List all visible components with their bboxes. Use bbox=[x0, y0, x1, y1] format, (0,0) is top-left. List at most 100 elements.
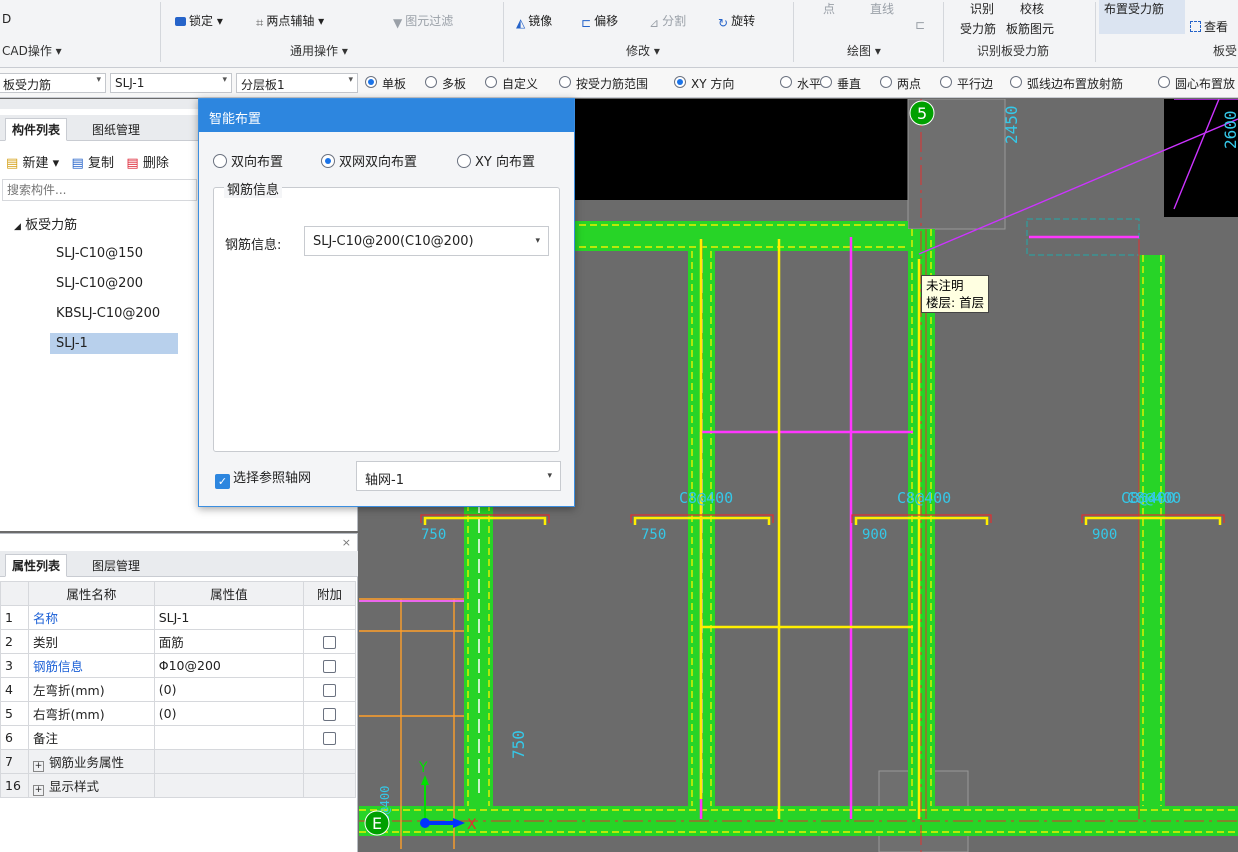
offset-button[interactable]: ⊏ 偏移 bbox=[581, 12, 618, 30]
layer-combo[interactable]: 分层板1 ▾ bbox=[236, 73, 358, 93]
option-radio[interactable] bbox=[1158, 76, 1170, 88]
component-type-combo[interactable]: 板受力筋 ▾ bbox=[0, 73, 106, 93]
col-property-name: 属性名称 bbox=[27, 581, 155, 606]
property-value[interactable]: Φ10@200 bbox=[153, 653, 305, 678]
rebar-label[interactable]: C8@400 bbox=[897, 489, 951, 507]
radio-bidirectional[interactable]: 双向布置 bbox=[213, 151, 283, 170]
expand-icon[interactable]: + bbox=[32, 784, 44, 796]
property-row[interactable]: 6 备注 bbox=[0, 725, 356, 750]
lock-button[interactable]: 锁定 ▾ bbox=[175, 12, 223, 29]
ucs-y-label: Y bbox=[418, 760, 428, 776]
property-value[interactable]: (0) bbox=[153, 701, 305, 726]
extra-cell bbox=[303, 749, 356, 774]
extra-checkbox[interactable] bbox=[323, 660, 337, 673]
option-radio[interactable] bbox=[425, 76, 437, 88]
property-value[interactable]: 面筋 bbox=[153, 629, 305, 654]
option-radio[interactable] bbox=[820, 76, 832, 88]
axis-grid-select[interactable]: 轴网-1 ▾ bbox=[356, 461, 561, 491]
extra-checkbox[interactable] bbox=[323, 684, 337, 697]
option-radio[interactable] bbox=[674, 76, 686, 88]
property-row[interactable]: 5 右弯折(mm) (0) bbox=[0, 701, 356, 726]
line-button[interactable]: 直线 bbox=[870, 0, 894, 17]
option-label[interactable]: 垂直 bbox=[837, 75, 861, 92]
property-name-cell: 钢筋信息 bbox=[27, 653, 155, 678]
place-bar-button[interactable]: 布置受力筋 bbox=[1104, 0, 1164, 17]
ribbon-item-d[interactable]: D bbox=[2, 12, 11, 26]
rebar-info-select[interactable]: SLJ-C10@200(C10@200) ▾ bbox=[304, 226, 549, 256]
identify-button-line1[interactable]: 识别 bbox=[970, 0, 994, 17]
extra-checkbox[interactable] bbox=[323, 708, 337, 721]
property-row[interactable]: 4 左弯折(mm) (0) bbox=[0, 677, 356, 702]
tree-item[interactable]: SLJ-C10@150 bbox=[50, 243, 149, 264]
identify-board-bar-group[interactable]: 识别板受力筋 bbox=[977, 42, 1049, 59]
rebar-label[interactable]: C8@400 bbox=[1127, 489, 1181, 507]
tab-property-list[interactable]: 属性列表 bbox=[5, 554, 68, 577]
property-row[interactable]: 7 + 钢筋业务属性 bbox=[0, 749, 356, 774]
delete-button[interactable]: ▤ 删除 bbox=[126, 156, 168, 171]
rectangle-icon[interactable]: ⊏ bbox=[915, 18, 925, 32]
property-row[interactable]: 1 名称 SLJ-1 bbox=[0, 605, 356, 630]
option-label[interactable]: 圆心布置放 bbox=[1175, 75, 1235, 92]
identify-bar-button[interactable]: 受力筋 bbox=[960, 20, 996, 37]
option-radio[interactable] bbox=[559, 76, 571, 88]
component-search-input[interactable] bbox=[2, 179, 197, 201]
option-radio[interactable] bbox=[780, 76, 792, 88]
option-label[interactable]: 自定义 bbox=[502, 75, 538, 92]
option-label[interactable]: 平行边 bbox=[957, 75, 993, 92]
ref-axis-checkbox[interactable]: ✓ 选择参照轴网 bbox=[215, 467, 311, 489]
tree-root-board-bar[interactable]: ◢ 板受力筋 bbox=[14, 214, 77, 233]
dialog-title[interactable]: 智能布置 bbox=[199, 99, 574, 132]
option-label[interactable]: 两点 bbox=[897, 75, 921, 92]
rotate-button[interactable]: ↻ 旋转 bbox=[718, 12, 755, 30]
new-button[interactable]: ▤ 新建 ▾ bbox=[6, 156, 59, 171]
tree-item[interactable]: SLJ-C10@200 bbox=[50, 273, 149, 294]
close-icon[interactable]: × bbox=[342, 536, 351, 549]
option-radio[interactable] bbox=[1010, 76, 1022, 88]
property-row[interactable]: 2 类别 面筋 bbox=[0, 629, 356, 654]
option-radio[interactable] bbox=[485, 76, 497, 88]
board-group[interactable]: 板受 bbox=[1213, 42, 1237, 59]
tab-drawing-management[interactable]: 图纸管理 bbox=[86, 119, 146, 140]
property-value[interactable] bbox=[153, 773, 305, 798]
option-radio[interactable] bbox=[365, 76, 377, 88]
copy-button[interactable]: ▤ 复制 bbox=[72, 156, 114, 171]
modify-group[interactable]: 修改 ▾ bbox=[626, 42, 660, 59]
two-point-axis-button[interactable]: ⌗ 两点辅轴 ▾ bbox=[256, 12, 324, 31]
verify-button-line1[interactable]: 校核 bbox=[1020, 0, 1044, 17]
element-filter-button[interactable]: ▼ 图元过滤 bbox=[393, 12, 453, 30]
expand-icon[interactable]: + bbox=[32, 760, 44, 772]
verify-rebar-button[interactable]: 板筋图元 bbox=[1006, 20, 1054, 37]
general-operations-group[interactable]: 通用操作 ▾ bbox=[290, 42, 348, 59]
property-value[interactable]: (0) bbox=[153, 677, 305, 702]
option-label[interactable]: 水平 bbox=[797, 75, 821, 92]
option-radio[interactable] bbox=[940, 76, 952, 88]
option-label[interactable]: 弧线边布置放射筋 bbox=[1027, 75, 1123, 92]
radio-circle bbox=[457, 154, 471, 168]
tree-item[interactable]: KBSLJ-C10@200 bbox=[50, 303, 166, 324]
option-label[interactable]: XY 方向 bbox=[691, 75, 734, 92]
property-value[interactable] bbox=[153, 725, 305, 750]
view-button[interactable]: 查看 bbox=[1190, 18, 1228, 35]
property-value[interactable]: SLJ-1 bbox=[153, 605, 305, 630]
point-button[interactable]: 点 bbox=[823, 0, 835, 17]
tab-layer-management[interactable]: 图层管理 bbox=[86, 555, 146, 576]
property-row[interactable]: 16 + 显示样式 bbox=[0, 773, 356, 798]
component-name-combo[interactable]: SLJ-1 ▾ bbox=[110, 73, 232, 93]
option-label[interactable]: 多板 bbox=[442, 75, 466, 92]
rebar-label[interactable]: C8@400 bbox=[679, 489, 733, 507]
property-value[interactable] bbox=[153, 749, 305, 774]
extra-checkbox[interactable] bbox=[323, 732, 337, 745]
option-label[interactable]: 单板 bbox=[382, 75, 406, 92]
mirror-button[interactable]: ◭ 镜像 bbox=[516, 12, 552, 30]
extra-checkbox[interactable] bbox=[323, 636, 337, 649]
radio-double-net[interactable]: 双网双向布置 bbox=[321, 151, 417, 170]
option-label[interactable]: 按受力筋范围 bbox=[576, 75, 648, 92]
cad-operations-group[interactable]: CAD操作 ▾ bbox=[2, 42, 62, 59]
property-row[interactable]: 3 钢筋信息 Φ10@200 bbox=[0, 653, 356, 678]
tree-item[interactable]: SLJ-1 bbox=[50, 333, 178, 354]
option-radio[interactable] bbox=[880, 76, 892, 88]
radio-xy[interactable]: XY 向布置 bbox=[457, 151, 535, 170]
draw-group[interactable]: 绘图 ▾ bbox=[847, 42, 881, 59]
tab-component-list[interactable]: 构件列表 bbox=[5, 118, 68, 141]
split-button[interactable]: ⊿ 分割 bbox=[649, 12, 686, 30]
